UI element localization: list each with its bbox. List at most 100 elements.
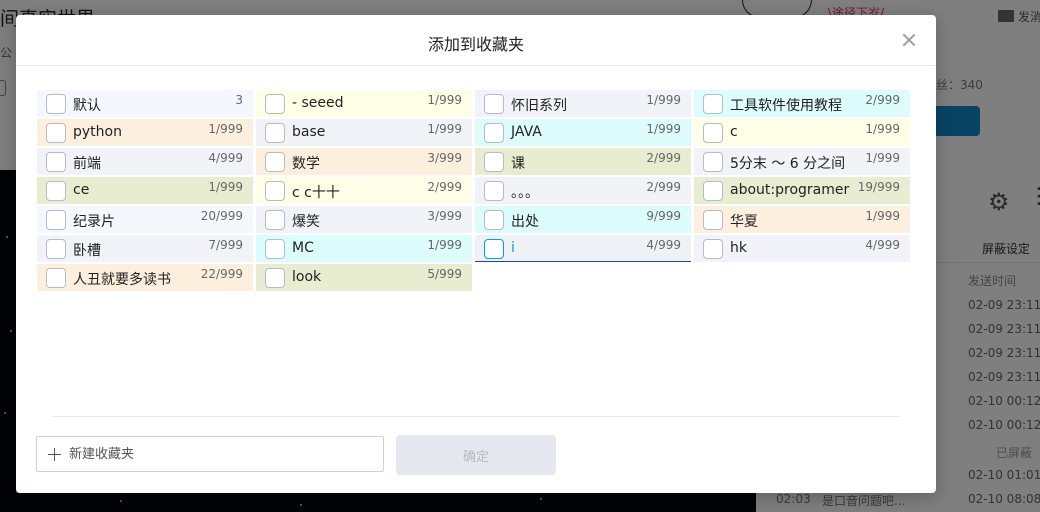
folder-name: 数学 (292, 156, 320, 172)
folder-name: hk (730, 240, 747, 256)
folder-item[interactable]: 卧槽 7/999 (37, 235, 253, 262)
folder-item[interactable]: 默认 3 (37, 90, 253, 117)
folder-name: 出处 (511, 214, 539, 230)
folder-item[interactable]: i 4/999 (475, 235, 691, 262)
add-to-favorites-dialog: 添加到收藏夹 默认 3 - seeed 1/999 怀旧系列 1/999 工具软件使用教程 2… (16, 15, 936, 493)
folder-checkbox[interactable] (703, 181, 723, 201)
folder-count: 4/999 (865, 238, 900, 252)
folder-count: 3/999 (427, 209, 462, 223)
folder-name: c (730, 124, 738, 140)
folder-name: 人丑就要多读书 (73, 272, 171, 288)
folder-item[interactable]: 人丑就要多读书 22/999 (37, 264, 253, 291)
folder-name: c c十十 (292, 185, 340, 201)
folder-name: MC (292, 240, 314, 256)
folder-name: 爆笑 (292, 214, 320, 230)
folder-item[interactable]: python 1/999 (37, 119, 253, 146)
folder-checkbox[interactable] (703, 239, 723, 259)
dialog-title: 添加到收藏夹 (427, 35, 524, 54)
folder-count: 4/999 (646, 238, 681, 252)
folder-checkbox[interactable] (703, 152, 723, 172)
folder-count: 2/999 (646, 180, 681, 194)
folder-checkbox[interactable] (265, 181, 285, 201)
folder-name: 默认 (73, 98, 101, 114)
folder-checkbox[interactable] (484, 152, 504, 172)
folder-count: 9/999 (646, 209, 681, 223)
new-folder-input[interactable] (69, 437, 369, 471)
folder-name: 。。。 (511, 185, 539, 201)
folder-item[interactable]: look 5/999 (256, 264, 472, 291)
folder-checkbox[interactable] (484, 123, 504, 143)
close-icon[interactable] (900, 31, 918, 49)
new-folder-box[interactable] (36, 436, 384, 472)
folder-checkbox[interactable] (484, 181, 504, 201)
confirm-button[interactable]: 确定 (396, 435, 556, 475)
folder-name: 卧槽 (73, 243, 101, 259)
folder-count: 2/999 (646, 151, 681, 165)
folder-checkbox[interactable] (46, 123, 66, 143)
folder-item[interactable]: base 1/999 (256, 119, 472, 146)
folder-count: 1/999 (427, 122, 462, 136)
folder-item[interactable]: 课 2/999 (475, 148, 691, 175)
folder-checkbox[interactable] (265, 94, 285, 114)
folder-name: about:programer (730, 182, 850, 198)
plus-icon[interactable] (48, 448, 61, 461)
folder-count: 1/999 (427, 93, 462, 107)
folder-checkbox[interactable] (265, 210, 285, 230)
folder-checkbox[interactable] (265, 123, 285, 143)
folder-item[interactable]: 工具软件使用教程 2/999 (694, 90, 910, 117)
folder-count: 1/999 (208, 180, 243, 194)
folder-item[interactable]: - seeed 1/999 (256, 90, 472, 117)
folder-item[interactable]: MC 1/999 (256, 235, 472, 262)
folder-checkbox[interactable] (46, 210, 66, 230)
folder-count: 1/999 (865, 151, 900, 165)
folder-checkbox[interactable] (484, 239, 504, 259)
folder-name: 纪录片 (73, 214, 115, 230)
folder-count: 3 (235, 93, 243, 107)
folder-item[interactable]: ce 1/999 (37, 177, 253, 204)
folder-checkbox[interactable] (265, 152, 285, 172)
folder-count: 4/999 (208, 151, 243, 165)
folder-count: 2/999 (865, 93, 900, 107)
folder-checkbox[interactable] (703, 123, 723, 143)
folder-checkbox[interactable] (46, 268, 66, 288)
folder-count: 3/999 (427, 151, 462, 165)
folder-name: 工具软件使用教程 (730, 98, 842, 114)
folder-checkbox[interactable] (46, 94, 66, 114)
folder-item[interactable]: 前端 4/999 (37, 148, 253, 175)
folder-item[interactable]: 出处 9/999 (475, 206, 691, 233)
folder-item[interactable]: about:programer 19/999 (694, 177, 910, 204)
folder-checkbox[interactable] (484, 94, 504, 114)
folder-checkbox[interactable] (703, 94, 723, 114)
folder-name: ce (73, 182, 90, 198)
dialog-header: 添加到收藏夹 (16, 15, 936, 66)
folder-item[interactable]: 5分末 ～ 6 分之间 1/999 (694, 148, 910, 175)
folder-name: 华夏 (730, 214, 758, 230)
folder-count: 1/999 (427, 238, 462, 252)
folder-count: 22/999 (200, 267, 243, 281)
folder-checkbox[interactable] (265, 239, 285, 259)
folder-checkbox[interactable] (46, 239, 66, 259)
folder-item[interactable]: 华夏 1/999 (694, 206, 910, 233)
folder-name: python (73, 124, 122, 140)
folder-count: 7/999 (208, 238, 243, 252)
folder-checkbox[interactable] (265, 268, 285, 288)
folder-item[interactable]: 数学 3/999 (256, 148, 472, 175)
folder-checkbox[interactable] (46, 181, 66, 201)
folder-name: i (511, 240, 515, 256)
folder-item[interactable]: 怀旧系列 1/999 (475, 90, 691, 117)
folder-count: 1/999 (865, 209, 900, 223)
folder-item[interactable]: c 1/999 (694, 119, 910, 146)
folder-checkbox[interactable] (484, 210, 504, 230)
folder-item[interactable]: c c十十 2/999 (256, 177, 472, 204)
folder-item[interactable]: 。。。 2/999 (475, 177, 691, 204)
folder-item[interactable]: 爆笑 3/999 (256, 206, 472, 233)
folder-name: - seeed (292, 95, 344, 111)
folder-name: base (292, 124, 326, 140)
folder-checkbox[interactable] (703, 210, 723, 230)
folder-checkbox[interactable] (46, 152, 66, 172)
folder-item[interactable]: 纪录片 20/999 (37, 206, 253, 233)
folder-count: 1/999 (208, 122, 243, 136)
folder-item[interactable]: hk 4/999 (694, 235, 910, 262)
folder-item[interactable]: JAVA 1/999 (475, 119, 691, 146)
folder-name: 怀旧系列 (511, 98, 567, 114)
